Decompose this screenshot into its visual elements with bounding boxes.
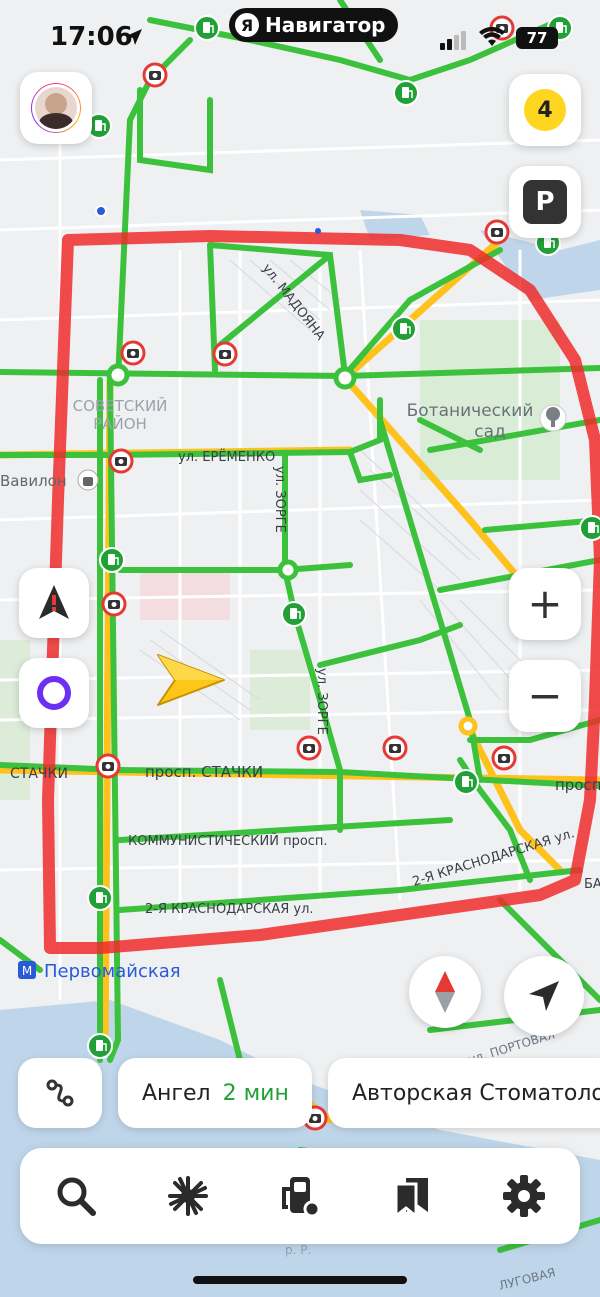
plus-icon: + — [527, 579, 563, 628]
traffic-camera-marker[interactable] — [212, 341, 238, 367]
district-label-line1: СОВЕТСКИЙ — [73, 396, 168, 415]
road-event-button[interactable] — [19, 568, 89, 638]
status-time: 17:06 — [50, 22, 133, 52]
gas-station-marker[interactable] — [453, 769, 479, 795]
suggestion-chip-dentistry[interactable]: Авторская Стоматология — [328, 1058, 600, 1128]
traffic-camera-marker[interactable] — [95, 753, 121, 779]
street-label-kommunistichesky: КОММУНИСТИЧЕСКИЙ просп. — [128, 833, 328, 849]
metro-station-label: Первомайская — [44, 961, 181, 982]
traffic-camera-marker[interactable] — [108, 448, 134, 474]
bookmarks-tab[interactable] — [382, 1166, 442, 1226]
street-label-stachki-right: просп. — [555, 776, 600, 794]
avatar — [31, 83, 81, 133]
my-location-button[interactable] — [504, 956, 584, 1036]
zoom-out-button[interactable]: − — [509, 660, 581, 732]
location-services-icon — [126, 29, 142, 45]
search-icon — [57, 1177, 96, 1216]
status-bar: 17:06 Я Навигатор 77 — [0, 0, 600, 80]
search-tab[interactable] — [46, 1166, 106, 1226]
tree-icon — [539, 404, 567, 432]
discovery-tab[interactable] — [158, 1166, 218, 1226]
bottom-toolbar — [20, 1148, 580, 1244]
traffic-camera-marker[interactable] — [296, 735, 322, 761]
garden-label-line1: Ботанический — [407, 401, 534, 421]
notifications-button[interactable]: 4 — [509, 74, 581, 146]
street-label-zorge-1: ул. ЗОРГЕ — [272, 466, 287, 533]
traffic-camera-marker[interactable] — [484, 219, 510, 245]
traffic-camera-marker[interactable] — [101, 591, 127, 617]
bookmarks-icon — [394, 1178, 428, 1218]
street-label-zorge-2: ул. ЗОРГЕ — [314, 668, 329, 735]
traffic-camera-marker[interactable] — [120, 340, 146, 366]
street-label-stachki-left: СТАЧКИ — [10, 766, 68, 782]
suggestion-eta: 2 мин — [222, 1080, 289, 1106]
home-indicator — [193, 1276, 407, 1284]
gas-station-marker[interactable] — [579, 515, 600, 541]
shopping-bag-icon — [77, 469, 99, 491]
district-label-line2: РАЙОН — [93, 414, 147, 433]
alice-voice-button[interactable] — [19, 658, 89, 728]
settings-tab[interactable] — [494, 1166, 554, 1226]
gas-station-marker[interactable] — [99, 547, 125, 573]
suggestion-name: Ангел — [142, 1080, 211, 1106]
settings-icon — [503, 1175, 545, 1217]
zoom-in-button[interactable]: + — [509, 568, 581, 640]
app-name: Навигатор — [265, 13, 386, 37]
gas-station-marker[interactable] — [393, 80, 419, 106]
minus-icon: − — [527, 671, 563, 720]
compass-icon — [435, 971, 455, 1013]
poi-label-vavilon: Вавилон — [0, 472, 67, 490]
wifi-icon — [479, 26, 505, 46]
gas-station-marker[interactable] — [87, 1033, 113, 1059]
app-name-pill[interactable]: Я Навигатор — [229, 8, 398, 42]
traffic-camera-marker[interactable] — [382, 735, 408, 761]
alice-icon — [37, 676, 71, 710]
profile-button[interactable] — [20, 72, 92, 144]
svg-text:M: M — [22, 964, 32, 978]
gas-station-tab[interactable] — [270, 1166, 330, 1226]
yandex-logo-icon: Я — [235, 13, 259, 37]
street-label-krasnodarskaya-1: 2-Я КРАСНОДАРСКАЯ ул. — [145, 902, 314, 917]
river-label: р. Р. — [285, 1243, 311, 1257]
notifications-count: 4 — [524, 89, 566, 131]
battery-indicator: 77 — [516, 27, 558, 49]
suggestion-name: Авторская Стоматология — [352, 1080, 600, 1106]
traffic-camera-marker[interactable] — [491, 745, 517, 771]
suggestion-chip-angel[interactable]: Ангел 2 мин — [118, 1058, 312, 1128]
route-shortcut-button[interactable] — [18, 1058, 102, 1128]
gas-station-icon — [282, 1177, 321, 1218]
road-alert-icon — [39, 585, 69, 619]
discovery-icon — [168, 1176, 208, 1216]
gas-station-marker[interactable] — [281, 601, 307, 627]
gas-station-marker[interactable] — [87, 885, 113, 911]
street-label-stachki-main: просп. СТАЧКИ — [145, 763, 263, 781]
garden-label-line2: сад — [474, 422, 506, 442]
compass-button[interactable] — [409, 956, 481, 1028]
navigation-arrow-icon — [529, 981, 559, 1011]
gas-station-marker[interactable] — [391, 316, 417, 342]
street-label-ba: БА — [584, 877, 600, 892]
parking-icon: P — [523, 180, 567, 224]
parking-button[interactable]: P — [509, 166, 581, 238]
street-label-eremenko: ул. ЕРЁМЕНКО — [178, 449, 275, 465]
route-icon — [46, 1079, 74, 1107]
cellular-signal-icon — [440, 31, 466, 50]
